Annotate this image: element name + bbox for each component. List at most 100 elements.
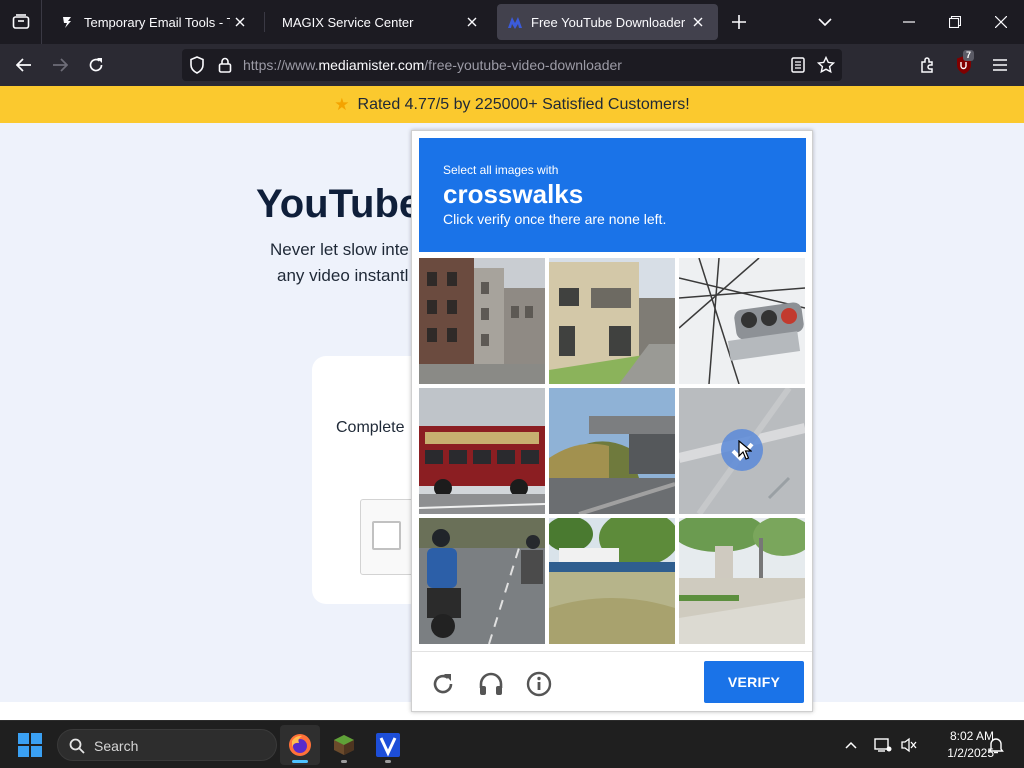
- back-button[interactable]: [8, 49, 40, 81]
- minecraft-block-icon: [334, 735, 354, 755]
- bell-icon: [988, 738, 1004, 754]
- url-text: https://www.mediamister.com/free-youtube…: [243, 57, 622, 73]
- taskbar-minecraft-app[interactable]: [324, 725, 364, 765]
- notifications-button[interactable]: [986, 735, 1006, 755]
- challenge-info-button[interactable]: [522, 667, 556, 701]
- arrow-left-icon: [16, 58, 31, 72]
- chevron-up-icon: [845, 741, 857, 749]
- extension-badge-count: 7: [963, 50, 975, 61]
- search-label: Search: [94, 738, 139, 754]
- url-path: /free-youtube-video-downloader: [424, 57, 622, 73]
- tracking-protection-shield-icon[interactable]: [187, 55, 207, 75]
- reader-view-icon[interactable]: [788, 55, 808, 75]
- active-app-indicator: [292, 760, 308, 763]
- taskbar-search-box[interactable]: Search: [57, 729, 277, 761]
- close-window-button[interactable]: [978, 0, 1024, 44]
- windows-taskbar: Search 8:02 AM 1/2/2025: [0, 720, 1024, 768]
- tile-motorcycle[interactable]: [419, 518, 545, 644]
- extensions-button[interactable]: [912, 49, 944, 81]
- windows-start-icon[interactable]: [18, 733, 42, 757]
- challenge-header: Select all images with crosswalks Click …: [419, 138, 806, 252]
- hamburger-menu-icon: [993, 59, 1007, 71]
- forward-button[interactable]: [44, 49, 76, 81]
- tile-buildings-street[interactable]: [419, 258, 545, 384]
- tile-traffic-light[interactable]: [679, 258, 805, 384]
- restore-window-button[interactable]: [932, 0, 978, 44]
- bookmark-star-icon[interactable]: [816, 55, 836, 75]
- tab-temporary-email[interactable]: Temporary Email Tools - Tempo: [50, 4, 260, 40]
- search-icon: [69, 738, 85, 754]
- audio-challenge-button[interactable]: [474, 667, 508, 701]
- reload-icon: [89, 58, 103, 72]
- verify-button[interactable]: VERIFY: [704, 661, 804, 703]
- rating-text: Rated 4.77/5 by 225000+ Satisfied Custom…: [357, 95, 690, 113]
- taskbar-firefox-app[interactable]: [280, 725, 320, 765]
- challenge-instruction-line-1: Select all images with: [443, 163, 559, 177]
- close-tab-icon[interactable]: [462, 12, 482, 32]
- tab-title: Free YouTube Downloader | Do: [531, 14, 688, 30]
- minimize-icon: [903, 21, 915, 23]
- temp-mail-favicon-icon: [63, 17, 71, 28]
- tile-bus[interactable]: [419, 388, 545, 514]
- page-title: YouTube: [256, 182, 422, 226]
- firefox-icon: [289, 734, 311, 756]
- puzzle-piece-icon: [921, 57, 933, 73]
- list-all-tabs-button[interactable]: [0, 0, 42, 44]
- speaker-muted-icon: [901, 737, 917, 753]
- navigation-toolbar: https://www.mediamister.com/free-youtube…: [0, 44, 1024, 86]
- tile-house[interactable]: [549, 258, 675, 384]
- show-hidden-icons-button[interactable]: [841, 735, 861, 755]
- recaptcha-checkbox[interactable]: [372, 521, 401, 550]
- star-icon: ★: [334, 94, 350, 114]
- tab-magix-service-center[interactable]: MAGIX Service Center: [272, 4, 492, 40]
- challenge-instruction-line-3: Click verify once there are none left.: [443, 211, 667, 227]
- info-icon: [526, 671, 552, 697]
- clock-time: 8:02 AM: [949, 729, 994, 743]
- network-status-button[interactable]: [873, 735, 893, 755]
- challenge-target-label: crosswalks: [443, 179, 584, 209]
- url-domain: mediamister.com: [318, 57, 425, 73]
- plus-icon: [732, 15, 746, 29]
- tab-free-youtube-downloader[interactable]: Free YouTube Downloader | Do: [497, 4, 718, 40]
- hero-subtitle-line-1: Never let slow inte: [270, 240, 409, 259]
- hero-subtitle-line-2: any video instantl: [277, 266, 409, 285]
- v-app-icon: [376, 733, 400, 757]
- recaptcha-challenge-dialog: Select all images with crosswalks Click …: [411, 130, 813, 712]
- restore-icon: [949, 16, 961, 28]
- tab-title: Temporary Email Tools - Tempo: [84, 14, 230, 30]
- new-tab-button[interactable]: [723, 6, 755, 38]
- reload-button[interactable]: [80, 49, 112, 81]
- reload-icon: [433, 674, 453, 694]
- card-instruction-text: Complete: [336, 419, 405, 436]
- mouse-cursor-icon: [738, 440, 752, 460]
- chevron-down-icon: [818, 18, 832, 26]
- close-tab-icon[interactable]: [230, 12, 250, 32]
- mediamister-favicon-icon: [508, 17, 522, 29]
- minimize-window-button[interactable]: [886, 0, 932, 44]
- lock-icon[interactable]: [215, 55, 235, 75]
- close-tab-icon[interactable]: [688, 12, 708, 32]
- tab-title: MAGIX Service Center: [282, 14, 414, 30]
- volume-muted-button[interactable]: [899, 735, 919, 755]
- headphones-icon: [479, 672, 503, 695]
- tile-park[interactable]: [549, 518, 675, 644]
- taskbar-clock[interactable]: 8:02 AM 1/2/2025: [920, 728, 994, 762]
- list-tabs-dropdown-button[interactable]: [809, 6, 841, 38]
- url-bar[interactable]: https://www.mediamister.com/free-youtube…: [182, 49, 842, 81]
- url-prefix: https://www.: [243, 57, 319, 73]
- clock-date: 1/2/2025: [947, 746, 994, 760]
- running-app-indicator: [341, 760, 347, 763]
- tile-bridge[interactable]: [549, 388, 675, 514]
- challenge-footer-divider: [412, 651, 812, 652]
- running-app-indicator: [385, 760, 391, 763]
- arrow-right-icon: [53, 58, 68, 72]
- tab-overview-icon: [12, 14, 29, 29]
- application-menu-button[interactable]: [984, 49, 1016, 81]
- close-icon: [995, 16, 1007, 28]
- reload-challenge-button[interactable]: [426, 667, 460, 701]
- taskbar-v-app[interactable]: [368, 725, 408, 765]
- tab-separator: [264, 12, 265, 32]
- network-icon: [874, 738, 892, 752]
- rating-banner: ★ Rated 4.77/5 by 225000+ Satisfied Cust…: [0, 86, 1024, 123]
- tile-sidewalk[interactable]: [679, 518, 805, 644]
